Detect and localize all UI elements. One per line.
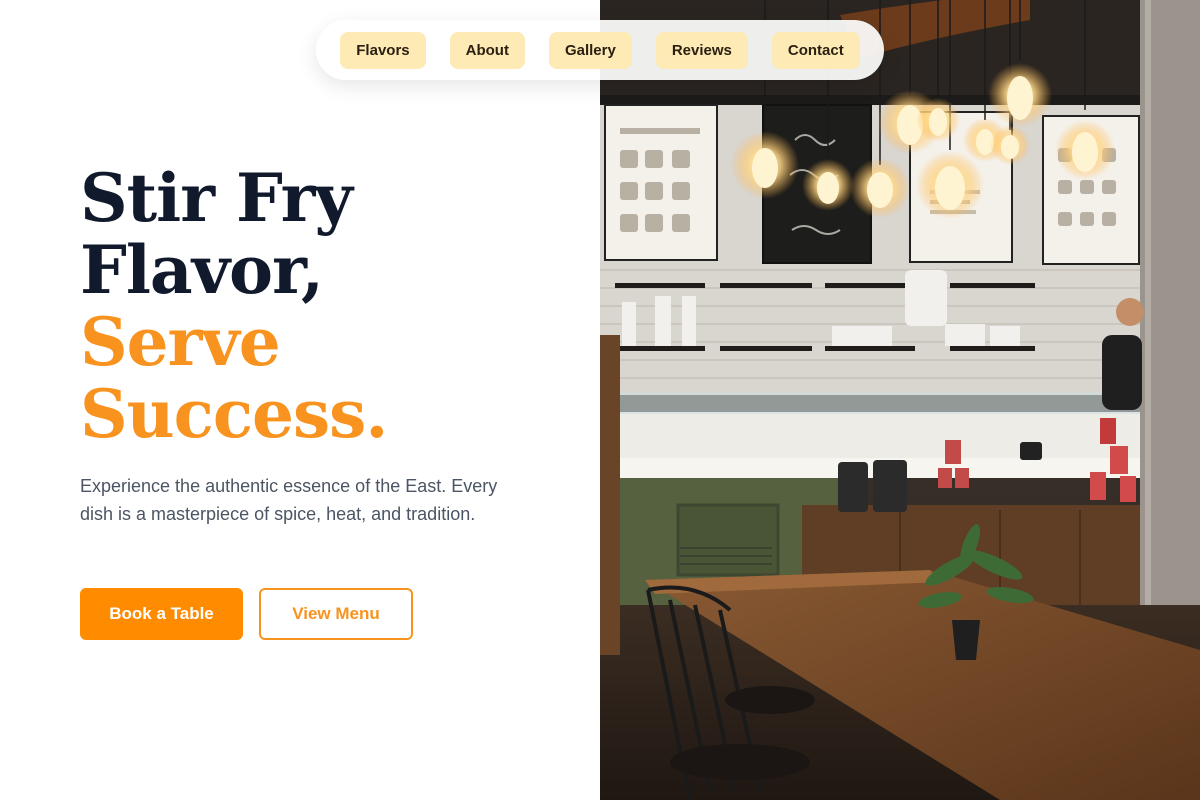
nav-item-flavors[interactable]: Flavors <box>340 31 426 69</box>
headline-line-1: Stir Fry <box>80 159 353 237</box>
view-menu-button[interactable]: View Menu <box>259 588 413 640</box>
headline-line-4: Success. <box>80 375 388 453</box>
book-table-button[interactable]: Book a Table <box>80 588 243 640</box>
nav-item-about[interactable]: About <box>449 31 525 69</box>
hero-description: Experience the authentic essence of the … <box>80 476 498 524</box>
hero-headline: Stir Fry Flavor, Serve Success. <box>80 159 388 453</box>
nav-item-contact[interactable]: Contact <box>771 31 860 69</box>
cafe-interior-photo <box>600 0 1200 800</box>
main-nav: Flavors About Gallery Reviews Contact <box>316 20 884 80</box>
nav-item-reviews[interactable]: Reviews <box>655 31 748 69</box>
headline-line-2: Flavor, <box>80 231 324 309</box>
landing-page: Flavors About Gallery Reviews Contact St… <box>0 0 1200 800</box>
headline-line-3: Serve <box>80 303 281 381</box>
nav-item-gallery[interactable]: Gallery <box>548 31 632 69</box>
